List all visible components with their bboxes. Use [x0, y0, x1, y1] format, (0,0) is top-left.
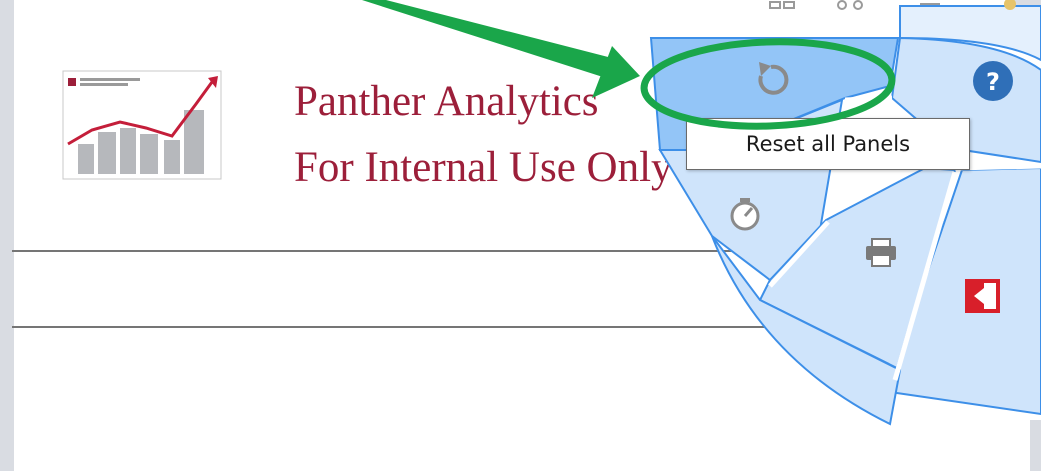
reset-panels-tooltip: Reset all Panels	[686, 118, 970, 170]
screenshot-stage: Panther Analytics For Internal Use Only	[0, 0, 1041, 471]
question-icon: ?	[973, 61, 1013, 101]
svg-text:?: ?	[986, 68, 1000, 96]
radial-menu: ?	[649, 0, 1041, 426]
export-icon	[965, 279, 1000, 313]
